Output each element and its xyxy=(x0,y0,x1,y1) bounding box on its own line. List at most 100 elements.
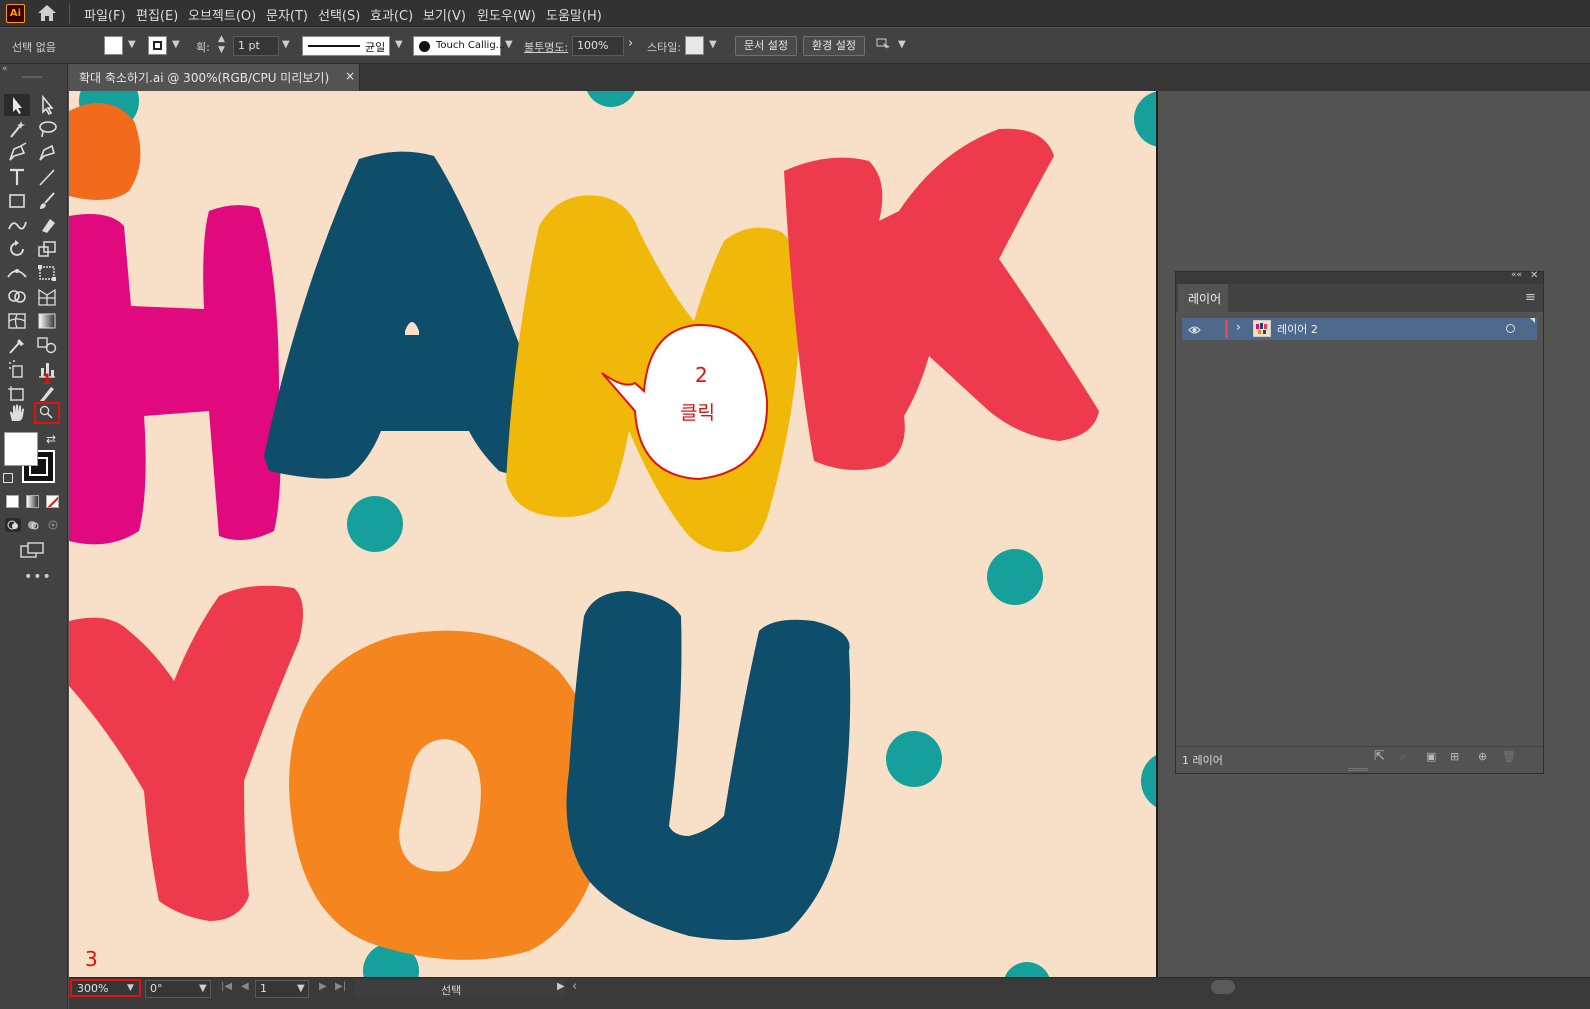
stroke-swatch[interactable] xyxy=(148,36,167,55)
export-icon[interactable]: ⇱ xyxy=(1374,749,1385,764)
delete-icon[interactable]: 🗑 xyxy=(1502,750,1516,763)
swap-colors-icon[interactable]: ⇄ xyxy=(46,432,56,446)
default-colors-icon[interactable] xyxy=(3,473,13,483)
rotate-tool-icon[interactable] xyxy=(4,238,30,260)
mesh-tool-icon[interactable] xyxy=(4,310,30,332)
draw-behind-icon[interactable] xyxy=(25,518,41,532)
line-tool-icon[interactable] xyxy=(34,166,60,188)
zoom-tool-icon[interactable] xyxy=(34,402,60,424)
collapse-icon[interactable]: « xyxy=(2,64,8,74)
chevron-down-icon[interactable]: ▼ xyxy=(199,983,207,994)
gradient-tool-icon[interactable] xyxy=(34,310,60,332)
chevron-down-icon[interactable]: ▼ xyxy=(898,39,906,50)
status-menu-icon[interactable]: ▶ xyxy=(557,981,565,992)
shaper-tool-icon[interactable] xyxy=(4,214,30,236)
brush-dropdown[interactable]: Touch Callig... xyxy=(413,36,505,56)
document-setup-button[interactable]: 문서 설정 xyxy=(735,36,797,56)
menu-file[interactable]: 파일(F) xyxy=(84,5,126,24)
draw-normal-icon[interactable] xyxy=(5,518,21,532)
curvature-tool-icon[interactable] xyxy=(34,142,60,164)
chevron-down-icon[interactable]: ▼ xyxy=(505,39,513,50)
panel-resize-grip[interactable] xyxy=(1348,768,1368,771)
close-icon[interactable]: ✕ xyxy=(1530,270,1538,281)
panel-header[interactable]: «« ✕ xyxy=(1176,270,1543,284)
chevron-down-icon[interactable]: ▼ xyxy=(128,39,136,50)
fill-swatch[interactable] xyxy=(104,36,123,55)
clipping-mask-icon[interactable]: ▣ xyxy=(1426,750,1436,763)
perspective-grid-tool-icon[interactable] xyxy=(34,286,60,308)
scroll-left-icon[interactable]: ‹ xyxy=(572,979,577,994)
locate-object-icon[interactable]: ⌕ xyxy=(1400,749,1407,764)
eraser-tool-icon[interactable] xyxy=(34,214,60,236)
menu-select[interactable]: 선택(S) xyxy=(318,5,360,24)
menu-view[interactable]: 보기(V) xyxy=(423,5,466,24)
home-icon[interactable] xyxy=(36,4,58,22)
arrange-icon[interactable] xyxy=(876,37,892,53)
close-icon[interactable]: × xyxy=(345,69,355,83)
blend-tool-icon[interactable] xyxy=(34,334,60,356)
stroke-profile-dropdown[interactable]: 균일 xyxy=(302,36,390,56)
paintbrush-tool-icon[interactable] xyxy=(34,190,60,212)
zoom-field[interactable]: 300% ▼ xyxy=(70,979,141,997)
color-mode-icon[interactable] xyxy=(6,495,19,508)
selection-tool-icon[interactable] xyxy=(4,94,30,116)
width-tool-icon[interactable] xyxy=(4,262,30,284)
eyedropper-tool-icon[interactable] xyxy=(4,334,30,356)
chevron-down-icon[interactable]: ▼ xyxy=(709,39,717,50)
new-sublayer-icon[interactable]: ⊞ xyxy=(1450,750,1459,763)
chevron-down-icon[interactable]: ▼ xyxy=(297,983,305,994)
screen-mode-icon[interactable] xyxy=(20,542,44,558)
type-tool-icon[interactable] xyxy=(4,166,30,188)
panel-grip[interactable] xyxy=(22,76,42,78)
visibility-eye-icon[interactable] xyxy=(1188,324,1201,334)
direct-selection-tool-icon[interactable] xyxy=(34,94,60,116)
chevron-down-icon[interactable]: ▼ xyxy=(395,39,403,50)
prev-artboard-icon[interactable]: ◀ xyxy=(241,981,249,992)
tab-layers[interactable]: 레이어 xyxy=(1178,284,1228,312)
lasso-tool-icon[interactable] xyxy=(34,118,60,140)
artboard-tool-icon[interactable] xyxy=(4,382,30,404)
symbol-sprayer-tool-icon[interactable] xyxy=(4,358,30,380)
gradient-mode-icon[interactable] xyxy=(26,495,39,508)
rectangle-tool-icon[interactable] xyxy=(4,190,30,212)
magic-wand-tool-icon[interactable] xyxy=(4,118,30,140)
expand-chevron-icon[interactable]: › xyxy=(1236,320,1241,334)
scale-tool-icon[interactable] xyxy=(34,238,60,260)
chevron-down-icon[interactable]: ▼ xyxy=(172,39,180,50)
menu-help[interactable]: 도움말(H) xyxy=(546,5,602,24)
document-tab[interactable]: 확대 축소하기.ai @ 300%(RGB/CPU 미리보기) × xyxy=(69,64,360,91)
chevron-down-icon[interactable]: ▼ xyxy=(282,39,290,50)
collapse-icon[interactable]: «« xyxy=(1511,270,1522,280)
new-layer-icon[interactable]: ⊕ xyxy=(1478,750,1487,763)
stroke-weight-field[interactable]: 1 pt xyxy=(233,36,279,56)
panel-menu-icon[interactable]: ≡ xyxy=(1525,290,1536,305)
status-tool-field[interactable]: 선택 xyxy=(355,980,565,998)
first-artboard-icon[interactable]: |◀ xyxy=(221,981,232,992)
shape-builder-tool-icon[interactable] xyxy=(4,286,30,308)
chevron-down-icon[interactable]: ▼ xyxy=(127,983,134,993)
opacity-field[interactable]: 100% xyxy=(572,36,624,56)
more-tools-icon[interactable]: ••• xyxy=(24,569,52,585)
draw-inside-icon[interactable] xyxy=(45,518,61,532)
free-transform-tool-icon[interactable] xyxy=(34,262,60,284)
none-mode-icon[interactable] xyxy=(46,495,59,508)
menu-edit[interactable]: 편집(E) xyxy=(136,5,178,24)
menu-effect[interactable]: 효과(C) xyxy=(370,5,413,24)
layer-row[interactable]: › 레이어 2 xyxy=(1182,318,1537,340)
style-swatch[interactable] xyxy=(685,36,704,55)
preferences-button[interactable]: 환경 설정 xyxy=(803,36,865,56)
last-artboard-icon[interactable]: ▶| xyxy=(335,981,346,992)
fill-color-swatch[interactable] xyxy=(4,432,38,466)
target-circle-icon[interactable] xyxy=(1506,324,1515,333)
artboard-canvas[interactable]: 2 클릭 3 xyxy=(69,91,1156,977)
hand-tool-icon[interactable] xyxy=(4,402,30,424)
menu-window[interactable]: 윈도우(W) xyxy=(477,5,536,24)
menu-object[interactable]: 오브젝트(O) xyxy=(188,5,256,24)
menu-type[interactable]: 문자(T) xyxy=(266,5,308,24)
horizontal-scrollbar-thumb[interactable] xyxy=(1211,980,1235,994)
pen-tool-icon[interactable] xyxy=(4,142,30,164)
chevron-right-icon[interactable]: › xyxy=(628,36,633,51)
opacity-label[interactable]: 불투명도: xyxy=(524,39,568,55)
next-artboard-icon[interactable]: ▶ xyxy=(319,981,327,992)
stepper-icon[interactable]: ▲ ▼ xyxy=(218,34,225,56)
